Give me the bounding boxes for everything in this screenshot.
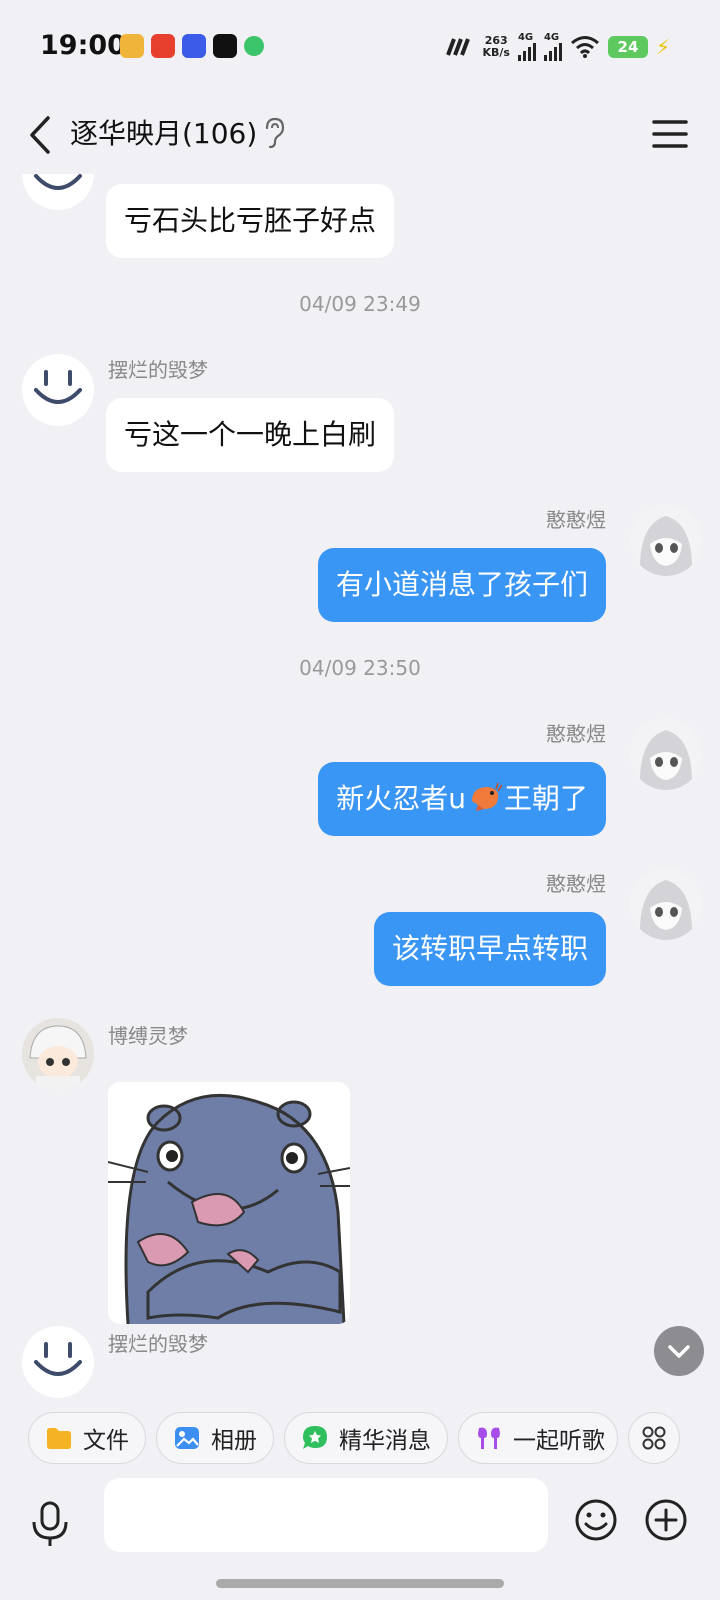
earbuds-icon bbox=[478, 1427, 500, 1449]
sender-name: 摆烂的毁梦 bbox=[108, 1332, 208, 1356]
photo-icon bbox=[175, 1427, 199, 1449]
star-bubble-icon bbox=[303, 1426, 327, 1449]
file-button[interactable]: 文件 bbox=[28, 1412, 146, 1464]
avatar[interactable] bbox=[22, 174, 94, 210]
hd-icon bbox=[446, 37, 471, 56]
message-bubble[interactable]: 亏这一个一晚上白刷 bbox=[106, 398, 395, 472]
message-bubble[interactable]: 新火忍者u 王朝了 bbox=[318, 762, 606, 836]
avatar[interactable] bbox=[630, 868, 702, 940]
status-app-icons bbox=[120, 34, 264, 58]
chibi-avatar-icon bbox=[22, 1018, 94, 1090]
message-timestamp: 04/09 23:50 bbox=[299, 656, 421, 680]
smiley-avatar-icon bbox=[34, 370, 82, 404]
wifi-icon bbox=[570, 35, 599, 58]
sender-name: 憨憨煜 bbox=[546, 722, 606, 746]
group-title[interactable]: 逐华映月(106) bbox=[70, 112, 257, 152]
avatar[interactable] bbox=[22, 1326, 94, 1398]
quick-actions-bar: 文件 相册 精华消息 一起听歌 bbox=[0, 1398, 720, 1478]
signal-bars-icon bbox=[517, 43, 536, 61]
avatar[interactable] bbox=[22, 354, 94, 426]
folder-icon bbox=[47, 1428, 71, 1449]
anime-avatar-icon bbox=[630, 504, 702, 576]
message-input[interactable] bbox=[104, 1478, 548, 1552]
status-time: 19:00 bbox=[40, 30, 126, 61]
message-bubble[interactable]: 该转职早点转职 bbox=[373, 912, 606, 986]
message-text-part: 王朝了 bbox=[503, 782, 588, 815]
app-notification-icon bbox=[151, 34, 175, 58]
anime-avatar-icon bbox=[630, 868, 702, 940]
input-bar bbox=[0, 1478, 720, 1600]
app-notification-icon bbox=[244, 36, 264, 56]
anime-avatar-icon bbox=[630, 718, 702, 790]
home-indicator[interactable] bbox=[216, 1579, 504, 1588]
smiley-avatar-icon bbox=[34, 174, 82, 190]
more-apps-button[interactable] bbox=[628, 1412, 680, 1464]
smiley-avatar-icon bbox=[34, 1342, 82, 1376]
sticker-image[interactable] bbox=[108, 1082, 350, 1324]
chat-area[interactable]: 亏石头比亏胚子好点 04/09 23:49 摆烂的毁梦 亏这一个一晚上白刷 憨憨… bbox=[0, 174, 720, 1398]
essence-messages-button[interactable]: 精华消息 bbox=[284, 1412, 448, 1464]
grid-icon bbox=[642, 1426, 666, 1450]
cartoon-otter-sticker bbox=[108, 1093, 350, 1324]
message-text-part: 新火忍者u bbox=[336, 782, 466, 815]
message-bubble[interactable]: 亏石头比亏胚子好点 bbox=[106, 184, 395, 258]
plus-icon[interactable] bbox=[644, 1498, 688, 1542]
tiktok-icon bbox=[213, 34, 237, 58]
signal-2: 4G bbox=[543, 32, 562, 61]
avatar[interactable] bbox=[630, 718, 702, 790]
signal-1: 4G bbox=[517, 32, 536, 61]
status-bar: 19:00 263 KB/s 4G 4G 24 ⚡ bbox=[0, 0, 720, 96]
net-speed: 263 KB/s bbox=[482, 33, 510, 59]
scroll-to-bottom-button[interactable] bbox=[654, 1326, 704, 1376]
signal-1-label: 4G bbox=[517, 32, 534, 43]
essence-label: 精华消息 bbox=[339, 1428, 431, 1454]
chat-header: 逐华映月(106) bbox=[0, 96, 720, 174]
ear-icon[interactable] bbox=[262, 116, 286, 150]
battery-indicator: 24 bbox=[607, 35, 648, 58]
signal-2-label: 4G bbox=[543, 32, 560, 43]
status-indicators: 263 KB/s 4G 4G 24 ⚡ bbox=[444, 32, 670, 61]
charging-icon: ⚡ bbox=[655, 34, 670, 59]
sender-name: 博缚灵梦 bbox=[108, 1024, 188, 1048]
microphone-icon[interactable] bbox=[28, 1500, 72, 1548]
net-speed-unit: KB/s bbox=[482, 45, 510, 59]
message-timestamp: 04/09 23:49 bbox=[299, 292, 421, 316]
net-speed-value: 263 bbox=[484, 33, 508, 47]
signal-bars-icon bbox=[543, 43, 562, 61]
album-button[interactable]: 相册 bbox=[156, 1412, 274, 1464]
menu-icon[interactable] bbox=[650, 114, 690, 154]
back-arrow-icon[interactable] bbox=[22, 110, 62, 160]
emoji-icon[interactable] bbox=[574, 1498, 618, 1542]
sender-name: 憨憨煜 bbox=[546, 508, 606, 532]
message-bubble[interactable]: 有小道消息了孩子们 bbox=[317, 548, 606, 622]
avatar[interactable] bbox=[630, 504, 702, 576]
file-label: 文件 bbox=[83, 1428, 129, 1454]
avatar[interactable] bbox=[22, 1018, 94, 1090]
listen-label: 一起听歌 bbox=[513, 1428, 605, 1454]
chevron-down-icon bbox=[668, 1345, 690, 1358]
listen-together-button[interactable]: 一起听歌 bbox=[458, 1412, 618, 1464]
app-notification-icon bbox=[120, 34, 144, 58]
shrimp-emoji-icon bbox=[471, 782, 503, 811]
album-label: 相册 bbox=[211, 1428, 257, 1454]
sender-name: 摆烂的毁梦 bbox=[108, 358, 208, 382]
sender-name: 憨憨煜 bbox=[546, 872, 606, 896]
app-notification-icon bbox=[182, 34, 206, 58]
